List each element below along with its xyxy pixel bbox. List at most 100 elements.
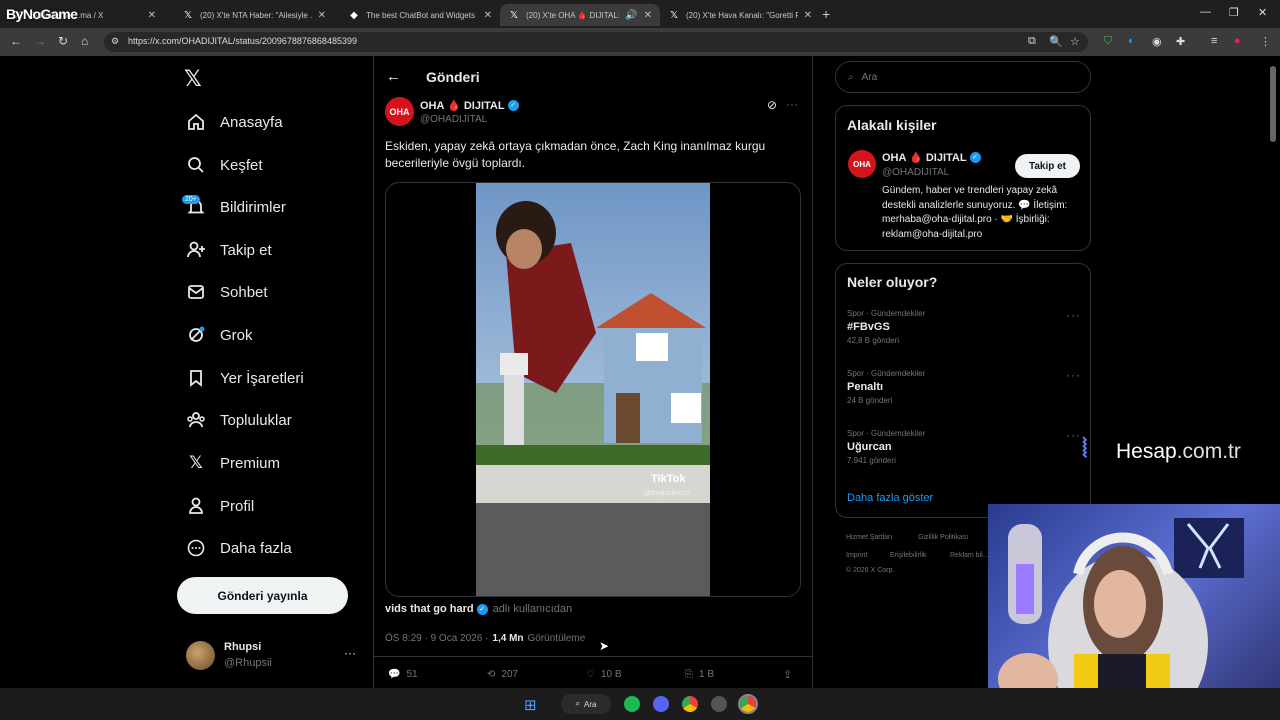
show-more-link[interactable]: Daha fazla göster [847,492,933,504]
heart-icon: ♡ [586,669,595,680]
avatar[interactable] [186,641,215,670]
maximize-icon[interactable]: ❐ [1229,6,1239,19]
trend-item[interactable]: Spor · Gündemdekiler #FBvGS 42,8 B gönde… [847,309,925,345]
back-icon[interactable]: ← [10,34,22,48]
sidebar-item-home[interactable]: Anasayfa [186,107,283,137]
sidebar-item-more[interactable]: Daha fazla [186,533,292,563]
video-player[interactable]: TikTok @tomjackson2 [476,183,710,596]
close-icon[interactable]: ✕ [804,10,812,21]
footer-link[interactable]: Imprint [846,552,867,559]
trend-more-icon[interactable]: ··· [1066,368,1081,382]
post-media[interactable]: TikTok @tomjackson2 [385,182,801,597]
tiktok-watermark: TikTok [651,473,686,485]
close-icon[interactable]: ✕ [644,10,652,21]
author-avatar[interactable]: OHA [385,97,414,126]
sidebar-item-grok[interactable]: Grok [186,320,253,350]
zoom-icon[interactable]: 🔍 [1049,35,1063,48]
star-icon[interactable]: ☆ [1070,35,1080,48]
site-info-icon[interactable]: ⚙ [111,36,119,47]
footer-link[interactable]: Reklam bil... [950,552,989,559]
close-window-icon[interactable]: ✕ [1258,6,1267,19]
discord-icon[interactable] [653,696,669,712]
close-icon[interactable]: ✕ [484,10,492,21]
sidebar-item-premium[interactable]: 𝕏 Premium [186,448,280,478]
extension-icon[interactable]: ◉ [1152,35,1162,48]
browser-tab[interactable]: ◆ The best ChatBot and Widgets ✕ [340,4,500,26]
sidebar-item-bookmarks[interactable]: Yer İşaretleri [186,363,304,393]
url-field[interactable]: https://x.com/OHADIJITAL/status/20096788… [104,32,1088,52]
taskbar-search[interactable]: ⌕ Ara [561,694,611,714]
media-icon[interactable]: ≡ [1211,35,1217,47]
tab-title: The best ChatBot and Widgets [366,10,475,20]
profile-icon[interactable]: ● [1234,35,1241,47]
post-time[interactable]: ÖS 8:29 · 9 Oca 2026 · [385,633,488,644]
sidebar-item-label: Keşfet [220,156,263,174]
taskbar-search-label: Ara [584,699,597,709]
app-icon[interactable] [711,696,727,712]
repost-count: 207 [501,669,519,680]
footer-link[interactable]: Erişilebilirlik [890,552,927,559]
trend-category: Spor · Gündemdekiler [847,429,926,438]
sidebar-item-follow[interactable]: Takip et [186,235,272,265]
close-icon[interactable]: ✕ [318,10,326,21]
trend-more-icon[interactable]: ··· [1066,428,1081,442]
cursor-icon: ➤ [599,639,610,653]
related-name-row[interactable]: OHA 🩸 DIJITAL ✓ [882,151,981,164]
mail-icon [186,282,206,302]
shield-icon[interactable]: ⛉ [1104,35,1112,48]
browser-tab[interactable]: 𝕏 (20) X'te Hava Kanalı: "Goretti F... ✕ [660,4,820,26]
trend-category: Spor · Gündemdekiler [847,309,926,318]
trend-item[interactable]: Spor · Gündemdekiler Uğurcan 7.941 gönde… [847,429,925,465]
sidebar-item-label: Daha fazla [220,539,292,557]
post-more-icon[interactable]: ··· [786,97,798,111]
reload-icon[interactable]: ↻ [58,34,68,48]
person-icon [186,496,206,516]
scrollbar-thumb[interactable] [1270,66,1276,142]
sidebar-item-explore[interactable]: Keşfet [186,150,263,180]
puzzle-icon[interactable]: ✚ [1176,35,1185,48]
spotify-icon[interactable] [624,696,640,712]
sidebar-item-profile[interactable]: Profil [186,491,254,521]
minimize-icon[interactable]: — [1200,6,1211,18]
sidebar-item-label: Premium [220,454,281,472]
post-button[interactable]: Gönderi yayınla [177,577,348,614]
follow-button[interactable]: Takip et [1015,154,1080,178]
windows-start-icon[interactable]: ⊞ [524,696,537,714]
account-menu-icon[interactable]: ··· [344,646,356,660]
trend-name: Penaltı [847,381,884,393]
bookmark-icon [186,368,206,388]
author-name-row[interactable]: OHA 🩸 DIJITAL ✓ [420,99,519,112]
trend-more-icon[interactable]: ··· [1066,308,1081,322]
sidebar-item-communities[interactable]: Topluluklar [186,405,292,435]
browser-tab[interactable]: 𝕏 (20) X'te NTA Haber: "Ailesiyle ... ✕ [174,4,334,26]
install-icon[interactable]: ⧉ [1028,35,1036,48]
search-input[interactable]: ⌕ Ara [835,61,1091,93]
speaker-icon[interactable]: 🔊 [625,10,637,21]
sidebar-item-chat[interactable]: Sohbet [186,277,268,307]
new-tab-button[interactable]: + [822,6,830,22]
bookmark-button[interactable]: ⎘ 1 B [685,669,714,680]
back-arrow-icon[interactable]: ← [386,68,401,85]
browser-tab-active[interactable]: 𝕏 (20) X'te OHA 🩸 DIJITAL: "... 🔊 ✕ [500,4,660,26]
close-icon[interactable]: ✕ [148,10,156,21]
chrome-icon[interactable] [682,696,698,712]
related-avatar[interactable]: OHA [848,150,876,178]
sidebar-item-label: Sohbet [220,283,268,301]
home-icon[interactable]: ⌂ [81,34,88,48]
menu-icon[interactable]: ⋮ [1260,35,1271,48]
reply-button[interactable]: 💬 51 [388,669,418,680]
chrome-active-icon[interactable] [738,694,758,714]
footer-link[interactable]: Hizmet Şartları [846,534,892,541]
sidebar-item-notifications[interactable]: Bildirimler [186,192,286,222]
grok-explain-icon[interactable]: ⊘ [767,98,777,112]
like-button[interactable]: ♡ 10 B [586,669,622,680]
source-attribution[interactable]: vids that go hard ✓ adlı kullanıcıdan [385,603,572,615]
forward-icon[interactable]: → [34,34,46,48]
footer-link[interactable]: Gizlilik Politikası [918,534,968,541]
x-icon: 𝕏 [509,9,519,21]
x-logo-icon[interactable]: 𝕏 [184,66,202,92]
trend-item[interactable]: Spor · Gündemdekiler Penaltı 24 B gönder… [847,369,925,405]
repost-button[interactable]: ⟲ 207 [487,669,518,680]
extension-icon[interactable]: ◐ [1128,35,1135,47]
share-icon[interactable]: ⇪ [783,668,792,681]
